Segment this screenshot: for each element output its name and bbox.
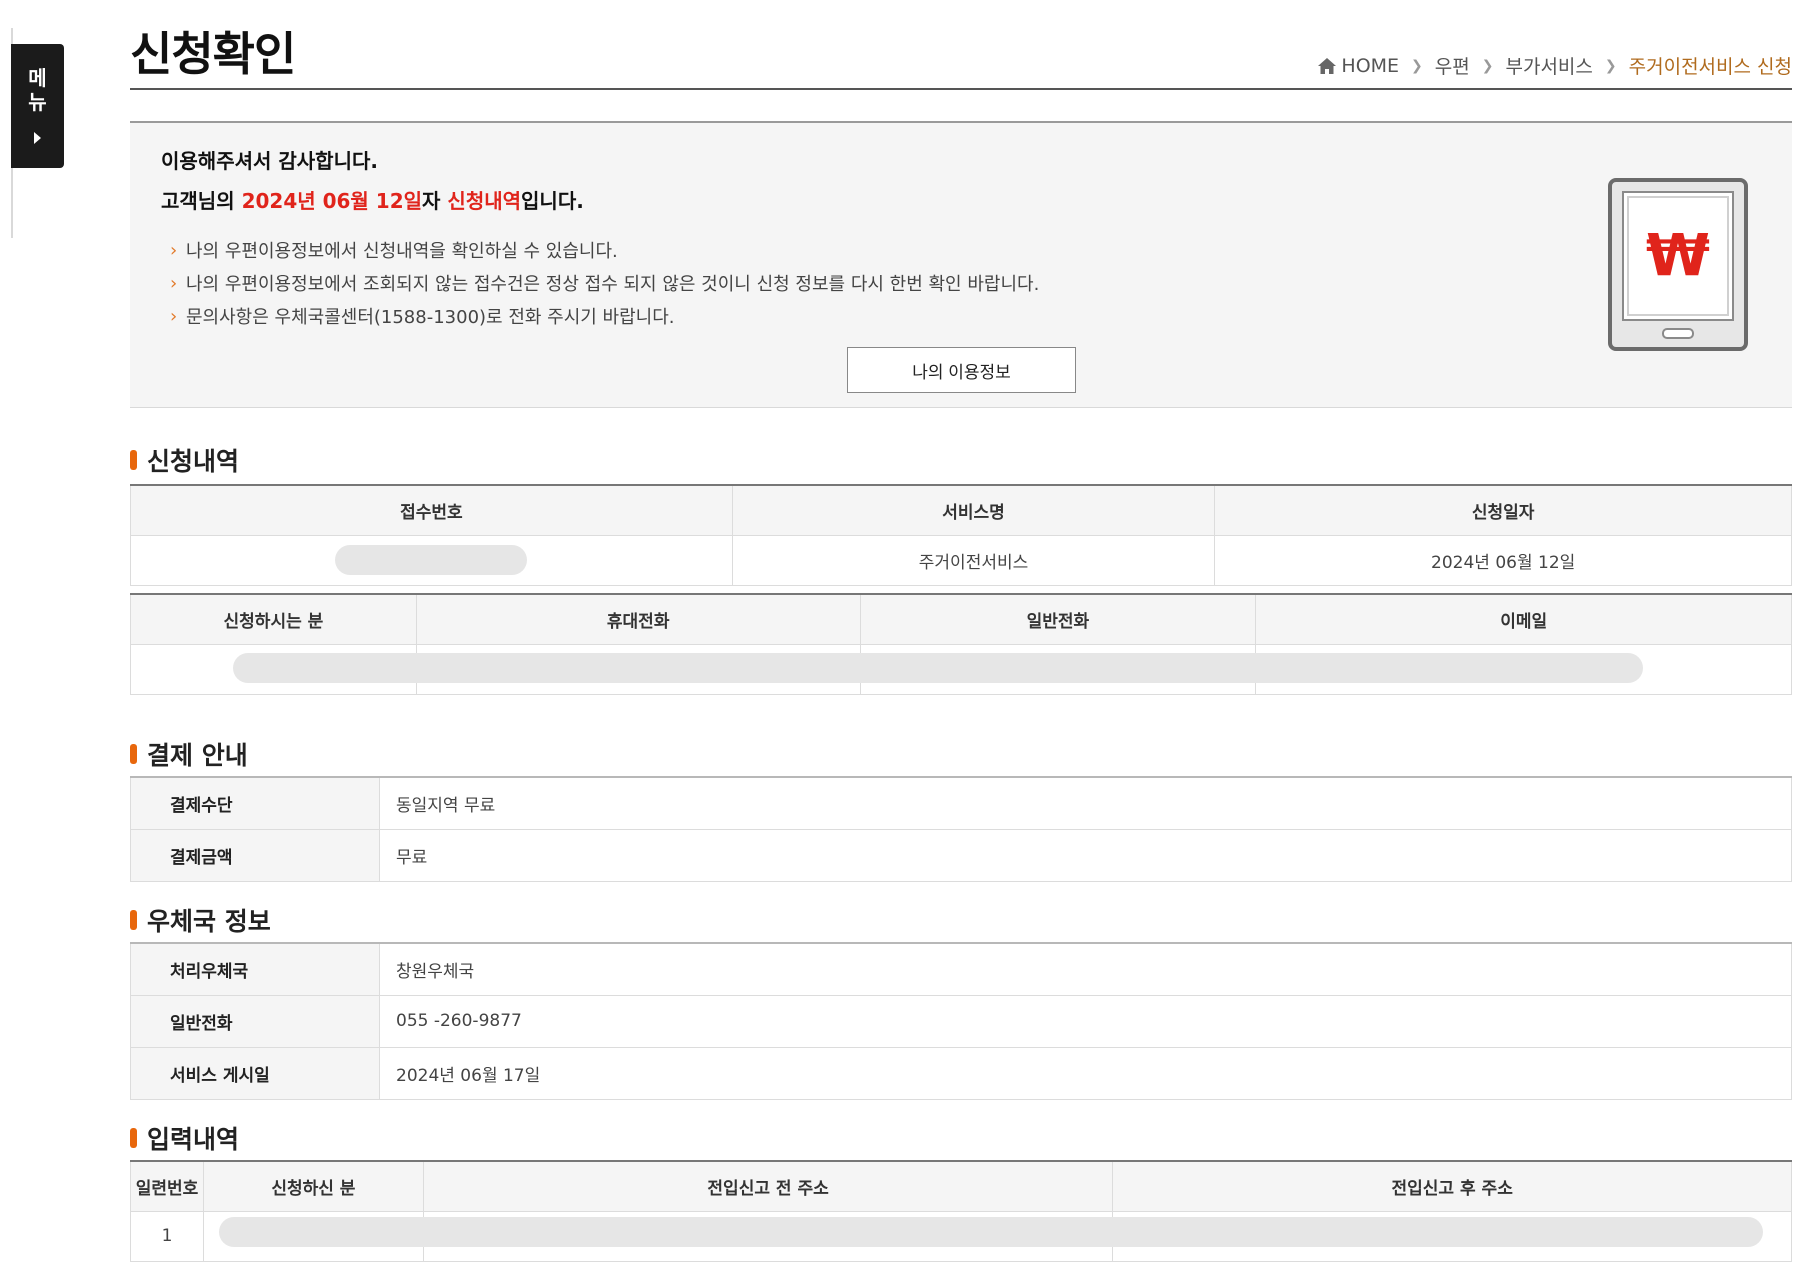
home-icon [1317,57,1337,75]
row-value: 동일지역 무료 [379,777,1792,830]
notice-item: 나의 우편이용정보에서 신청내역을 확인하실 수 있습니다. [170,234,1039,268]
chevron-right-icon: ❯ [1604,57,1617,74]
table-row: 서비스 게시일 2024년 06월 17일 [130,1047,1792,1100]
caret-right-icon [34,132,41,144]
section-title-payment: 결제 안내 [130,736,248,772]
column-header: 이메일 [1255,594,1792,645]
column-header: 접수번호 [130,485,733,536]
confirmation-box: 이용해주셔서 감사합니다. 고객님의 2024년 06월 12일자 신청내역입니… [130,121,1792,408]
column-header: 신청하시는 분 [130,594,417,645]
summary-highlight: 신청내역 [447,189,522,213]
post-office-table: 처리우체국 창원우체국 일반전화 055 -260-9877 서비스 게시일 2… [130,942,1792,1100]
breadcrumb-current[interactable]: 주거이전서비스 신청 [1629,52,1792,79]
column-header: 일련번호 [130,1161,204,1212]
notice-item: 나의 우편이용정보에서 조회되지 않는 접수건은 정상 접수 되지 않은 것이니… [170,267,1039,301]
column-header: 전입신고 전 주소 [422,1161,1113,1212]
application-table: 접수번호 서비스명 신청일자 주거이전서비스 2024년 06월 12일 [130,484,1792,586]
table-row: 결제금액 무료 [130,829,1792,882]
column-header: 일반전화 [859,594,1256,645]
breadcrumb-home[interactable]: HOME [1341,55,1399,77]
redacted-value [335,545,528,575]
title-divider [130,88,1792,90]
column-header: 신청하신 분 [202,1161,424,1212]
table-row: 결제수단 동일지역 무료 [130,777,1792,830]
side-menu-label-1: 메 [28,66,47,90]
summary-prefix: 고객님의 [161,189,242,213]
won-symbol: ₩ [1646,221,1710,289]
breadcrumb-post[interactable]: 우편 [1435,52,1470,79]
table-header-row: 접수번호 서비스명 신청일자 [130,485,1792,536]
payment-table: 결제수단 동일지역 무료 결제금액 무료 [130,776,1792,882]
table-header-row: 신청하시는 분 휴대전화 일반전화 이메일 [130,594,1792,645]
column-header: 신청일자 [1214,485,1792,536]
section-marker [130,1128,137,1148]
column-header: 휴대전화 [415,594,861,645]
thanks-message: 이용해주셔서 감사합니다. [161,149,378,173]
section-title-text: 입력내역 [147,1125,240,1154]
receipt-number-cell [130,535,733,586]
notice-list: 나의 우편이용정보에서 신청내역을 확인하실 수 있습니다. 나의 우편이용정보… [170,234,1039,334]
summary-message: 고객님의 2024년 06월 12일자 신청내역입니다. [161,185,584,214]
row-label: 일반전화 [130,995,380,1048]
my-usage-info-button[interactable]: 나의 이용정보 [847,347,1076,393]
row-value: 창원우체국 [379,943,1792,996]
redacted-value [233,653,1643,683]
section-title-text: 신청내역 [147,447,240,476]
breadcrumb: HOME ❯ 우편 ❯ 부가서비스 ❯ 주거이전서비스 신청 [1317,52,1792,79]
column-header: 전입신고 후 주소 [1112,1161,1792,1212]
table-row: 주거이전서비스 2024년 06월 12일 [130,535,1792,586]
row-label: 결제수단 [130,777,380,830]
won-tablet-icon: ₩ [1608,178,1748,351]
table-row: 일반전화 055 -260-9877 [130,995,1792,1048]
redacted-value [219,1217,1763,1247]
row-label: 처리우체국 [130,943,380,996]
summary-mid: 자 [422,189,448,213]
notice-item: 문의사항은 우체국콜센터(1588-1300)로 전화 주시기 바랍니다. [170,300,1039,334]
side-menu-label-2: 뉴 [28,90,47,114]
section-marker [130,450,137,470]
section-title-input: 입력내역 [130,1120,239,1156]
summary-date: 2024년 06월 12일 [241,189,423,213]
row-value: 무료 [379,829,1792,882]
section-title-application: 신청내역 [130,442,239,478]
table-header-row: 일련번호 신청하신 분 전입신고 전 주소 전입신고 후 주소 [130,1161,1792,1212]
row-value: 2024년 06월 17일 [379,1047,1792,1100]
service-name-cell: 주거이전서비스 [731,535,1215,586]
breadcrumb-additional-services[interactable]: 부가서비스 [1505,52,1592,79]
section-title-text: 결제 안내 [147,741,248,770]
application-date-cell: 2024년 06월 12일 [1214,535,1792,586]
row-label: 결제금액 [130,829,380,882]
row-value: 055 -260-9877 [379,995,1792,1048]
row-label: 서비스 게시일 [130,1047,380,1100]
side-menu-toggle[interactable]: 메 뉴 [11,44,64,168]
chevron-right-icon: ❯ [1481,57,1494,74]
section-title-post-office: 우체국 정보 [130,902,271,938]
section-title-text: 우체국 정보 [147,907,271,936]
page-title: 신청확인 [130,27,296,81]
column-header: 서비스명 [731,485,1215,536]
chevron-right-icon: ❯ [1411,57,1423,74]
section-marker [130,910,137,930]
summary-suffix: 입니다. [521,189,584,213]
section-marker [130,744,137,764]
table-row: 처리우체국 창원우체국 [130,943,1792,996]
serial-cell: 1 [130,1211,204,1262]
